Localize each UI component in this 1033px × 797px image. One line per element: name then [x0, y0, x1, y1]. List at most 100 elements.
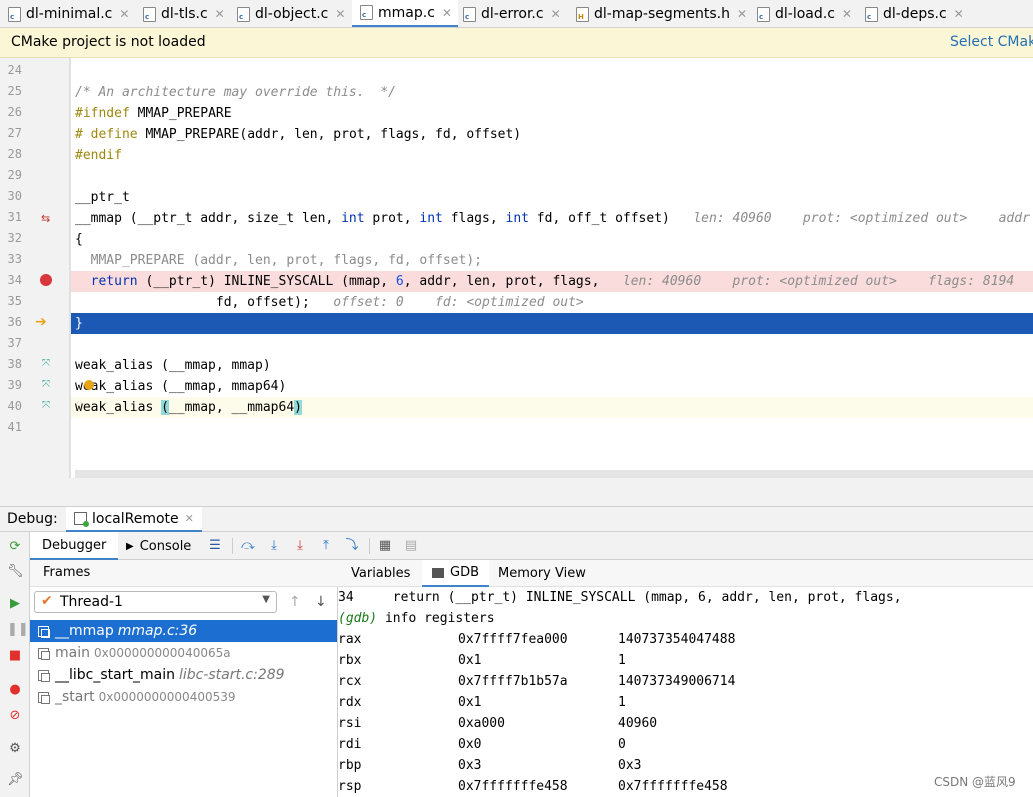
tab-debugger[interactable]: Debugger	[30, 532, 119, 560]
c-file-icon: c	[757, 6, 770, 22]
code-editor[interactable]: /* An architecture may override this. */…	[70, 58, 1033, 478]
pin-icon[interactable]: 📌︎	[7, 772, 24, 788]
register-value: 0	[618, 737, 626, 752]
gdb-command: info registers	[377, 611, 495, 626]
tab-label: dl-minimal.c	[26, 6, 113, 22]
terminal-icon	[432, 567, 444, 578]
close-icon[interactable]: ✕	[215, 7, 225, 21]
stack-frame[interactable]: main 0x000000000040065a	[30, 642, 337, 664]
mute-breakpoints-icon[interactable]: ⊘	[7, 708, 23, 724]
tab-label: dl-error.c	[481, 6, 544, 22]
tab-dl-minimal[interactable]: c dl-minimal.c ✕	[8, 0, 129, 27]
select-cmake-link[interactable]: Select CMak	[950, 34, 1033, 50]
run-to-cursor-icon[interactable]: ⤵	[344, 538, 360, 554]
macro-expand-icon[interactable]: ⤧	[42, 379, 50, 390]
code-line-35: fd, offset); offset: 0 fd: <optimized ou…	[70, 292, 1033, 313]
line-number: 29	[7, 168, 22, 182]
register-row: rdx 0x1 1	[338, 692, 1033, 713]
tab-console[interactable]: ▶ Console	[126, 532, 191, 560]
register-name: rbx	[338, 653, 362, 668]
close-icon[interactable]: ✕	[442, 6, 452, 20]
register-row: rdi 0x0 0	[338, 734, 1033, 755]
intention-bulb-icon[interactable]	[84, 380, 94, 390]
frame-icon	[38, 625, 50, 638]
macro-expand-icon[interactable]: ⤧	[42, 358, 50, 369]
close-icon[interactable]: ✕	[335, 7, 345, 21]
close-icon[interactable]: ✕	[737, 7, 747, 21]
register-hex: 0xa000	[458, 716, 505, 731]
editor-gutter[interactable]: 24 25 26 27 28 29 30 31 32 33 34 35 36 3…	[0, 58, 70, 478]
close-icon[interactable]: ✕	[954, 7, 964, 21]
frame-icon	[38, 669, 50, 682]
trace-icon[interactable]: ▤	[403, 538, 419, 554]
close-icon[interactable]: ✕	[185, 512, 194, 525]
frame-address: 0x000000000040065a	[93, 646, 231, 660]
number-literal: 6	[395, 274, 404, 289]
cmake-message: CMake project is not loaded	[11, 34, 206, 50]
line-number: 33	[7, 252, 22, 266]
force-step-into-icon[interactable]: ⤓	[292, 538, 308, 554]
code-text: fd, off_t offset)	[528, 211, 670, 226]
resume-icon[interactable]: ▶	[7, 596, 23, 612]
register-name: rdx	[338, 695, 362, 710]
thread-selector[interactable]: ✔ Thread-1 ▼	[34, 591, 277, 613]
stack-frame[interactable]: __libc_start_main libc-start.c:289	[30, 664, 337, 686]
stop-icon[interactable]: ■	[7, 648, 23, 664]
breakpoint-icon[interactable]	[40, 274, 52, 286]
code-text: weak_alias (__mmap, mmap)	[75, 358, 271, 373]
settings-gear-icon[interactable]: ⚙	[7, 741, 23, 757]
code-line-31: __mmap (__ptr_t addr, size_t len, int pr…	[70, 208, 1033, 229]
register-hex: 0x0	[458, 737, 482, 752]
code-line-38: weak_alias (__mmap, mmap)	[70, 355, 1033, 376]
code-text: MMAP_PREPARE	[129, 106, 232, 121]
tab-gdb[interactable]: GDB	[422, 560, 490, 587]
register-row: rsp 0x7fffffffe458 0x7fffffffe458	[338, 776, 1033, 797]
tab-mmap[interactable]: c mmap.c ✕	[352, 0, 458, 27]
frame-function: main	[55, 645, 90, 661]
tab-dl-tls[interactable]: c dl-tls.c ✕	[143, 0, 225, 27]
line-number: 41	[7, 420, 22, 434]
step-into-icon[interactable]: ⤓	[266, 538, 282, 554]
tab-memory-view[interactable]: Memory View	[498, 560, 586, 587]
previous-frame-icon[interactable]: ↑	[289, 594, 301, 610]
macro-expand-icon[interactable]: ⤧	[42, 400, 50, 411]
step-out-icon[interactable]: ⤒	[318, 538, 334, 554]
tab-dl-load[interactable]: c dl-load.c ✕	[757, 0, 852, 27]
tab-variables[interactable]: Variables	[351, 560, 410, 587]
line-number: 26	[7, 105, 22, 119]
code-line-25: /* An architecture may override this. */	[70, 82, 1033, 103]
evaluate-expression-icon[interactable]: ▦	[377, 538, 393, 554]
tab-dl-object[interactable]: c dl-object.c ✕	[237, 0, 345, 27]
step-over-icon[interactable]: ⤼	[240, 538, 256, 554]
pause-icon[interactable]: ❚❚	[7, 622, 29, 638]
toolbar-separator	[232, 538, 233, 554]
frame-location: mmap.c:36	[117, 623, 198, 639]
tab-label: dl-deps.c	[883, 6, 947, 22]
tab-dl-deps[interactable]: c dl-deps.c ✕	[865, 0, 964, 27]
stack-frame[interactable]: _start 0x0000000000400539	[30, 686, 337, 708]
tab-dl-map-segments[interactable]: Hdl-map-segments.h ✕	[576, 0, 747, 27]
tab-label: dl-load.c	[775, 6, 835, 22]
run-config-tab[interactable]: localRemote ✕	[66, 507, 202, 532]
register-name: rcx	[338, 674, 362, 689]
close-icon[interactable]: ✕	[842, 7, 852, 21]
tab-label: dl-tls.c	[161, 6, 208, 22]
frame-location: libc-start.c:289	[178, 667, 285, 683]
navigate-arrows-icon[interactable]: ⇆	[41, 212, 50, 225]
close-icon[interactable]: ✕	[119, 7, 129, 21]
next-frame-icon[interactable]: ↓	[315, 594, 327, 610]
debug-tool-window-header: Debug: localRemote ✕	[0, 506, 1033, 532]
register-row: rsi 0xa000 40960	[338, 713, 1033, 734]
close-icon[interactable]: ✕	[551, 7, 561, 21]
wrench-icon[interactable]: 🔧︎	[7, 564, 24, 580]
menu-icon[interactable]: ☰	[207, 538, 223, 554]
line-number: 40	[7, 399, 22, 413]
view-breakpoints-icon[interactable]: ●	[7, 682, 23, 698]
frame-function: __mmap	[55, 623, 114, 639]
register-name: rax	[338, 632, 362, 647]
frames-header: Frames	[30, 560, 338, 587]
stack-frame[interactable]: __mmap mmap.c:36	[30, 620, 337, 642]
gdb-panel: Variables GDB Memory View 34 return (__p…	[338, 560, 1033, 797]
tab-dl-error[interactable]: c dl-error.c ✕	[463, 0, 561, 27]
rerun-icon[interactable]: ⟳	[7, 539, 23, 555]
